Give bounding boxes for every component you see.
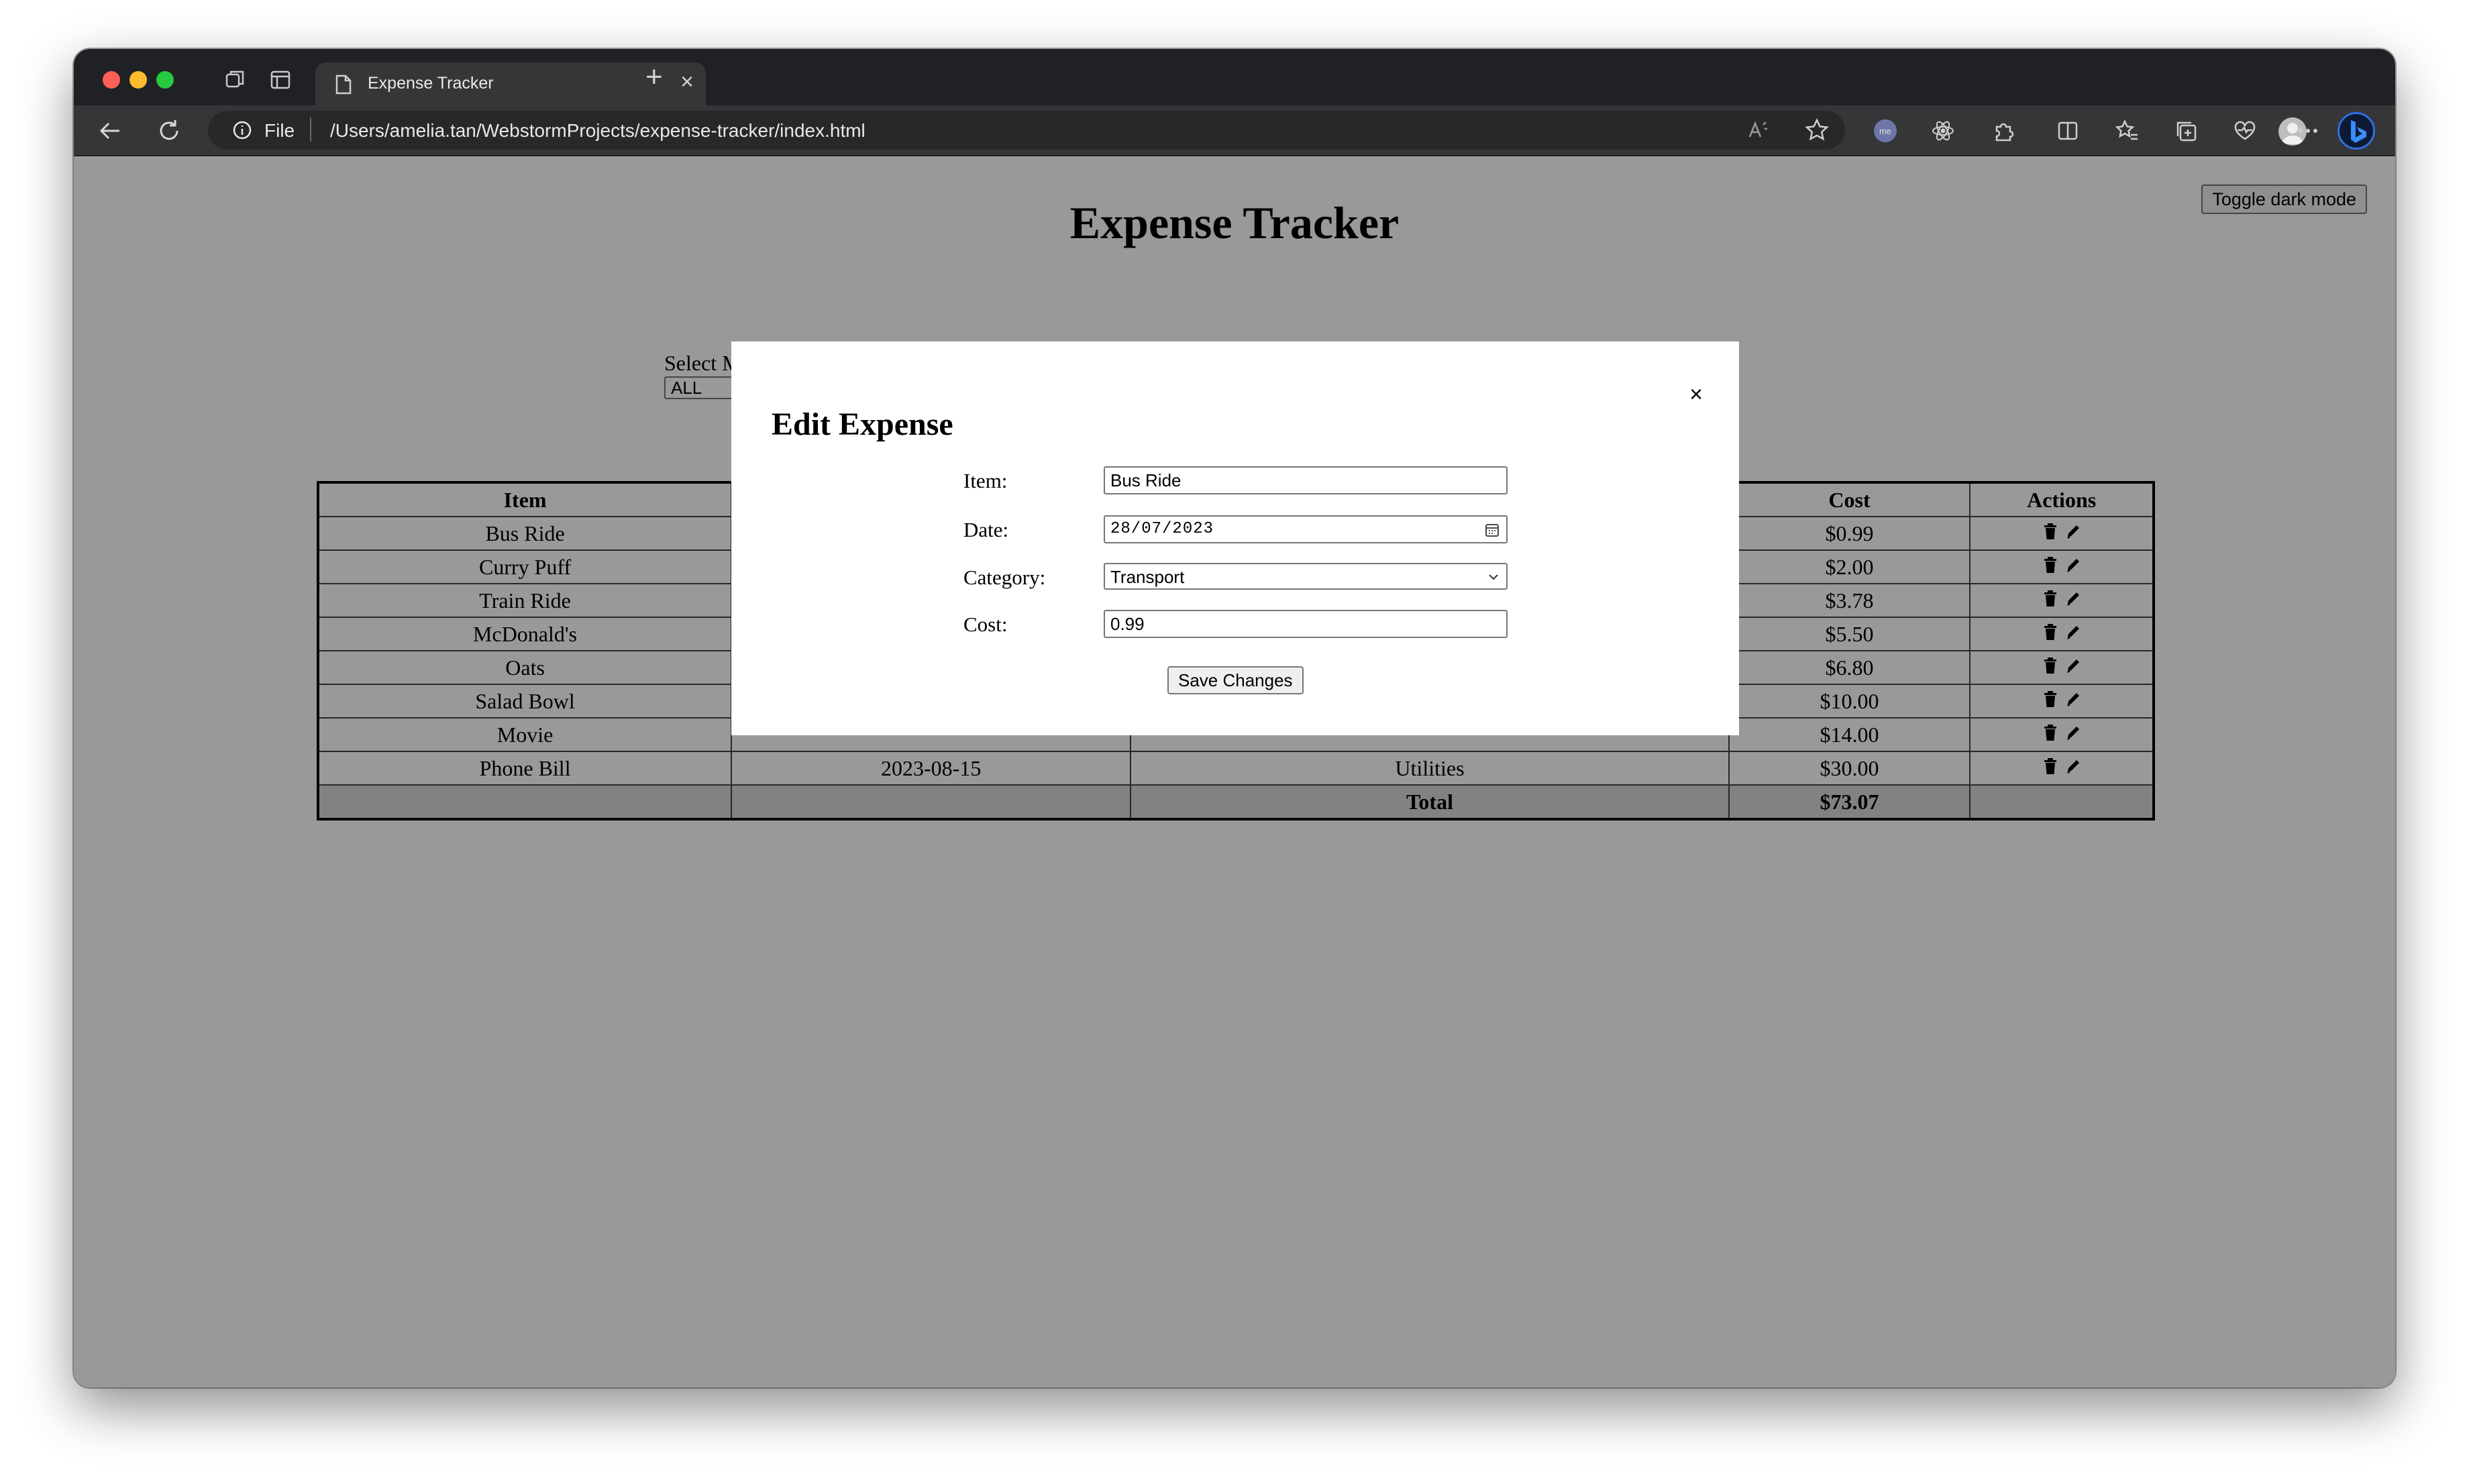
info-icon[interactable]: [232, 120, 252, 140]
maximize-window-button[interactable]: [156, 71, 174, 89]
browser-window: Expense Tracker × + File /Users/amelia.t…: [74, 49, 2395, 1387]
extension-icon[interactable]: me: [1872, 117, 1899, 144]
item-label: Item:: [963, 469, 1008, 492]
split-screen-icon[interactable]: [2054, 117, 2081, 144]
bing-copilot-button[interactable]: [2337, 112, 2375, 150]
back-arrow-icon[interactable]: [97, 117, 123, 144]
extensions-puzzle-icon[interactable]: [1990, 117, 2017, 144]
address-scheme: File: [264, 120, 295, 141]
read-aloud-icon[interactable]: [1744, 117, 1771, 144]
chevron-down-icon: [1489, 574, 1498, 580]
browser-toolbar: File /Users/amelia.tan/WebstormProjects/…: [74, 105, 2395, 156]
category-value: Transport: [1110, 567, 1185, 587]
bing-icon: [2351, 120, 2366, 143]
more-options-icon[interactable]: [2295, 117, 2321, 144]
calendar-icon[interactable]: [1485, 523, 1500, 537]
svg-text:me: me: [1879, 126, 1891, 136]
save-changes-button[interactable]: Save Changes: [1167, 666, 1304, 694]
tab-title: Expense Tracker: [368, 74, 494, 93]
new-tab-icon[interactable]: +: [645, 62, 663, 92]
health-heart-icon[interactable]: [2231, 117, 2258, 144]
minimize-window-button[interactable]: [129, 71, 147, 89]
workspaces-icon[interactable]: [221, 66, 248, 93]
date-input[interactable]: 28/07/2023: [1104, 515, 1508, 543]
modal-close-icon[interactable]: ×: [1689, 382, 1703, 408]
close-window-button[interactable]: [103, 71, 120, 89]
modal-title: Edit Expense: [772, 407, 953, 442]
category-label: Category:: [963, 566, 1046, 589]
date-label: Date:: [963, 518, 1009, 541]
address-bar[interactable]: File /Users/amelia.tan/WebstormProjects/…: [208, 111, 1845, 150]
cost-label: Cost:: [963, 613, 1008, 636]
page-icon: [335, 74, 352, 95]
item-input[interactable]: Bus Ride: [1104, 466, 1508, 494]
date-value: 28/07/2023: [1110, 520, 1214, 538]
react-devtools-icon[interactable]: [1930, 117, 1956, 144]
close-tab-icon[interactable]: ×: [680, 69, 694, 95]
vertical-tabs-icon[interactable]: [267, 66, 294, 93]
cost-input[interactable]: 0.99: [1104, 610, 1508, 638]
edit-expense-modal: × Edit Expense Item: Bus Ride Date: 28/0…: [731, 341, 1739, 735]
page-content: Toggle dark mode Expense Tracker Select …: [74, 156, 2395, 1387]
collections-icon[interactable]: [2172, 117, 2199, 144]
address-url[interactable]: /Users/amelia.tan/WebstormProjects/expen…: [330, 120, 865, 142]
tab-bar: Expense Tracker × +: [74, 49, 2395, 105]
address-separator: [310, 117, 311, 142]
reload-icon[interactable]: [156, 117, 182, 144]
favorites-icon[interactable]: [2113, 117, 2140, 144]
category-select[interactable]: Transport: [1104, 563, 1508, 590]
favorite-star-icon[interactable]: [1803, 117, 1830, 144]
